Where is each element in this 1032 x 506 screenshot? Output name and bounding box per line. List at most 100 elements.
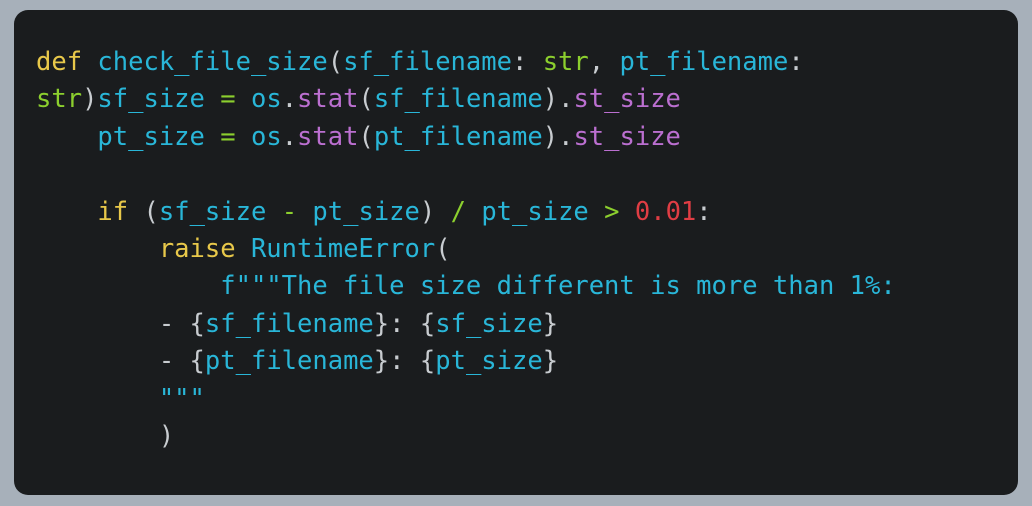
code-token: RuntimeError	[250, 233, 436, 264]
code-token: raise	[158, 233, 236, 264]
code-token: str	[542, 47, 589, 77]
code-token: st_size	[573, 121, 681, 152]
code-token: pt_filename	[373, 121, 543, 152]
code-token: =	[220, 84, 236, 115]
code-token: )	[542, 121, 559, 152]
code-line: str)sf_size = os.stat(sf_filename).st_si…	[14, 81, 1018, 118]
code-token: =	[220, 121, 236, 152]
code-token: st_size	[573, 84, 681, 115]
code-token: -	[281, 196, 298, 227]
code-token: 0.01	[634, 196, 697, 227]
code-token: sf_filename	[204, 308, 374, 339]
code-token: str	[36, 84, 83, 115]
code-token: pt_size	[97, 121, 205, 152]
code-token: sf_filename	[343, 47, 512, 77]
code-token: if	[97, 196, 129, 227]
code-token: >	[604, 196, 620, 227]
code-line: - {sf_filename}: {sf_size}	[14, 306, 1018, 343]
code-token: pt_size	[481, 196, 589, 227]
code-line: if (sf_size - pt_size) / pt_size > 0.01:	[14, 194, 1018, 231]
code-line: """	[14, 381, 1018, 418]
code-line: ​	[14, 156, 1018, 193]
code-token: .	[558, 121, 574, 152]
code-token: }	[373, 308, 390, 339]
code-line: pt_size = os.stat(pt_filename).st_size	[14, 119, 1018, 156]
code-line: )	[14, 418, 1018, 455]
code-token: {	[189, 308, 205, 339]
code-token: :	[788, 47, 804, 77]
code-token: sf_size	[435, 308, 543, 339]
code-line: def check_file_size(sf_filename: str, pt…	[14, 44, 1018, 81]
code-token: .	[281, 84, 298, 115]
code-token: (	[358, 121, 374, 152]
code-token: {	[419, 346, 436, 377]
code-token: :	[696, 196, 712, 227]
code-token: -	[158, 346, 190, 377]
code-token: """	[158, 383, 205, 414]
code-token: :	[511, 47, 528, 77]
code-line: raise RuntimeError(	[14, 231, 1018, 268]
code-token: :	[389, 346, 420, 377]
code-token: )	[419, 196, 436, 227]
code-token: (	[358, 84, 374, 115]
code-line: - {pt_filename}: {pt_size}	[14, 343, 1018, 380]
code-snippet-card: def check_file_size(sf_filename: str, pt…	[14, 10, 1018, 495]
code-token: os	[250, 84, 282, 115]
code-token: :	[389, 308, 420, 339]
code-token: pt_filename	[619, 47, 789, 77]
code-token: os	[250, 121, 282, 152]
code-token: }	[542, 308, 559, 339]
code-token: sf_filename	[373, 84, 543, 115]
code-token: (	[435, 233, 451, 264]
code-token: (	[143, 196, 159, 227]
code-line: f"""The file size different is more than…	[14, 268, 1018, 305]
code-token: )	[158, 420, 175, 451]
code-token: .	[281, 121, 298, 152]
code-token: sf_size	[97, 84, 205, 115]
code-token: ,	[588, 47, 605, 77]
code-token: f"""The file size different is more than…	[220, 271, 896, 302]
code-token: /	[450, 196, 466, 227]
code-token: stat	[297, 84, 359, 115]
code-token: stat	[297, 121, 359, 152]
code-token: sf_size	[158, 196, 267, 227]
code-block[interactable]: def check_file_size(sf_filename: str, pt…	[14, 44, 1018, 455]
code-token: pt_filename	[204, 346, 374, 377]
code-token: {	[419, 308, 436, 339]
code-token: .	[558, 84, 574, 115]
code-token: def	[36, 47, 83, 77]
code-token: )	[82, 84, 98, 115]
code-token: pt_size	[435, 346, 543, 377]
code-token: (	[327, 47, 344, 77]
code-token: }	[373, 346, 390, 377]
code-token: {	[189, 346, 205, 377]
code-token: )	[542, 84, 559, 115]
code-token: -	[158, 308, 190, 339]
code-token: }	[542, 346, 559, 377]
code-token: check_file_size	[97, 47, 328, 77]
code-token: pt_size	[312, 196, 420, 227]
